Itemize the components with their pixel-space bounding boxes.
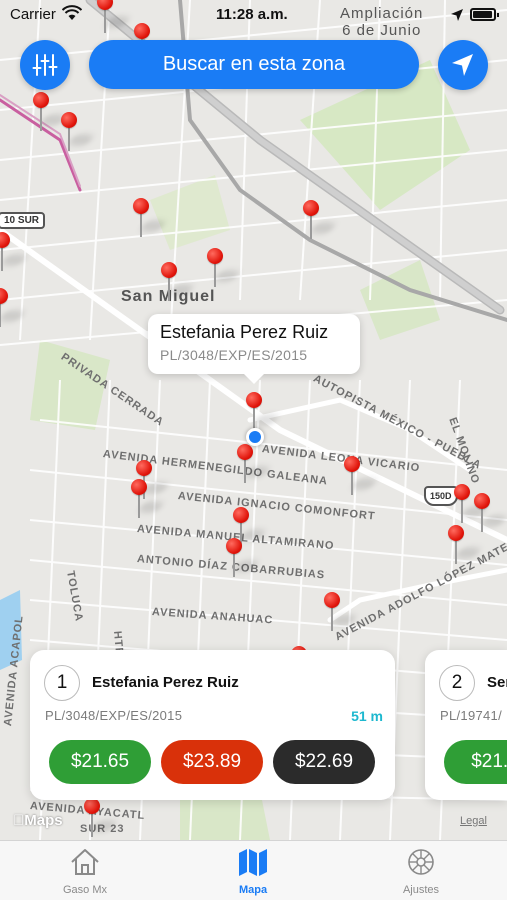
station-distance: 51 m xyxy=(351,708,383,724)
location-arrow-icon xyxy=(451,9,463,21)
status-bar: Carrier 11:28 a.m. xyxy=(0,0,507,30)
navigation-arrow-icon xyxy=(452,54,473,76)
station-pin[interactable] xyxy=(130,479,166,523)
station-pin[interactable] xyxy=(83,798,119,840)
callout-permit: PL/3048/EXP/ES/2015 xyxy=(160,347,308,363)
price-diesel[interactable]: $22.69 xyxy=(273,740,375,784)
station-index: 1 xyxy=(44,665,80,701)
station-name: Estefania Perez Ruiz xyxy=(92,674,239,691)
station-pin[interactable] xyxy=(343,456,379,500)
price-regular[interactable]: $21.6 xyxy=(444,740,507,784)
station-index: 2 xyxy=(439,665,475,701)
station-pin[interactable] xyxy=(453,484,489,528)
tab-ajustes[interactable]: Ajustes xyxy=(371,847,471,896)
apple-logo-icon:  xyxy=(13,812,24,829)
highway-shield: 10 SUR xyxy=(0,212,46,229)
locate-me-button[interactable] xyxy=(438,40,488,90)
user-location-dot xyxy=(246,428,264,446)
settings-icon xyxy=(408,849,434,875)
sliders-icon xyxy=(32,54,58,76)
wifi-icon xyxy=(62,5,82,20)
filter-button[interactable] xyxy=(20,40,70,90)
station-pin[interactable] xyxy=(132,198,168,242)
station-permit: PL/19741/ xyxy=(440,708,502,723)
station-pin[interactable] xyxy=(60,112,96,156)
station-pin[interactable] xyxy=(473,493,507,537)
tab-mapa[interactable]: Mapa xyxy=(203,847,303,896)
station-permit: PL/3048/EXP/ES/2015 xyxy=(45,708,183,723)
legal-link[interactable]: Legal xyxy=(460,815,487,827)
station-pin[interactable] xyxy=(0,232,29,276)
station-pin[interactable] xyxy=(0,288,27,332)
tab-bar: Gaso Mx Mapa Ajustes xyxy=(0,840,507,900)
search-area-button[interactable]: Buscar en esta zona xyxy=(89,40,419,89)
price-premium[interactable]: $23.89 xyxy=(161,740,263,784)
tab-label: Ajustes xyxy=(402,884,440,896)
clock: 11:28 a.m. xyxy=(216,6,288,23)
station-pin[interactable] xyxy=(32,92,68,136)
carrier-label: Carrier xyxy=(10,6,56,23)
tab-label: Mapa xyxy=(238,884,268,896)
callout-title: Estefania Perez Ruiz xyxy=(160,322,329,342)
price-regular[interactable]: $21.65 xyxy=(49,740,151,784)
station-pin[interactable] xyxy=(160,262,196,306)
station-pin[interactable] xyxy=(447,525,483,569)
station-card[interactable]: 1 Estefania Perez Ruiz PL/3048/EXP/ES/20… xyxy=(30,650,395,800)
station-pin[interactable] xyxy=(302,200,338,244)
tab-gaso-mx[interactable]: Gaso Mx xyxy=(35,847,135,896)
station-name: Ser xyxy=(487,674,507,691)
maps-attribution: Maps xyxy=(13,812,63,829)
station-pin[interactable] xyxy=(225,538,261,582)
house-icon xyxy=(71,849,99,875)
station-pin[interactable] xyxy=(323,592,359,636)
tab-label: Gaso Mx xyxy=(62,884,107,896)
battery-icon xyxy=(470,8,499,21)
map-icon xyxy=(239,849,267,876)
station-callout[interactable]: Estefania Perez Ruiz PL/3048/EXP/ES/2015 xyxy=(148,314,360,384)
station-pin[interactable] xyxy=(236,444,272,488)
station-card[interactable]: 2 Ser PL/19741/ $21.6 xyxy=(425,650,507,800)
station-pin[interactable] xyxy=(206,248,242,292)
